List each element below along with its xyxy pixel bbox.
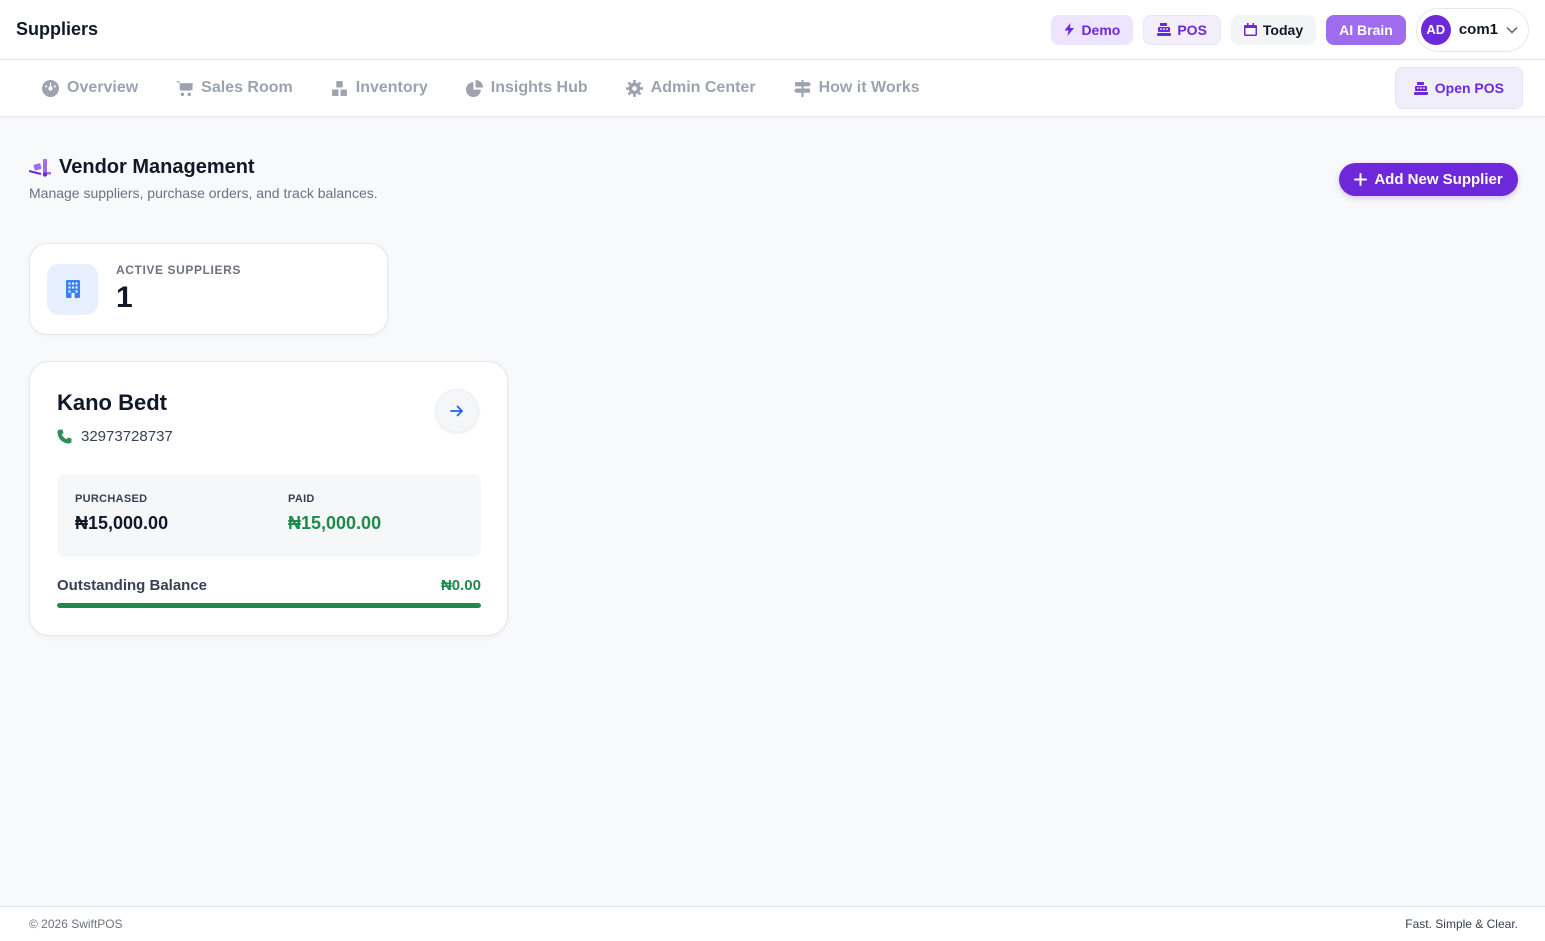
main-nav: Overview Sales Room Inventory Insights H… [0,60,1545,117]
demo-label: Demo [1081,21,1121,38]
avatar: AD [1420,14,1451,45]
nav-insights-hub-label: Insights Hub [490,79,588,96]
paid-block: PAID ₦15,000.00 [288,493,381,534]
nav-sales-room[interactable]: Sales Room [176,79,293,97]
ai-brain-button[interactable]: AI Brain [1326,14,1406,45]
bolt-icon [1064,23,1075,36]
nav-how-it-works[interactable]: How it Works [793,79,920,97]
vendor-management-heading: Vendor Management [59,156,255,178]
add-new-supplier-label: Add New Supplier [1374,171,1503,188]
supplier-card[interactable]: Kano Bedt 32973728737 PURCHASED ₦15,000.… [29,361,508,636]
view-supplier-button[interactable] [435,389,479,433]
nav-admin-center[interactable]: Admin Center [625,79,756,97]
ai-brain-label: AI Brain [1339,21,1393,38]
section-header: Vendor Management Manage suppliers, purc… [29,156,378,201]
active-suppliers-value: 1 [116,281,133,314]
nav-how-it-works-label: How it Works [818,79,920,96]
building-icon [65,280,80,298]
supplier-phone-number: 32973728737 [81,428,173,445]
purchased-label: PURCHASED [75,493,148,505]
user-name: com1 [1458,21,1498,38]
cart-icon [176,80,194,96]
footer: © 2026 SwiftPOS Fast. Simple & Clear. [0,906,1545,941]
gauge-icon [42,79,59,97]
calendar-icon [1243,23,1257,36]
arrow-right-icon [450,405,463,417]
purchased-block: PURCHASED ₦15,000.00 [75,493,168,534]
vendor-management-subtitle: Manage suppliers, purchase orders, and t… [29,185,378,201]
truck-loading-icon [29,158,51,177]
signpost-icon [793,79,811,97]
pos-button[interactable]: POS [1143,14,1221,45]
supplier-name: Kano Bedt [57,390,167,415]
nav-overview[interactable]: Overview [42,79,138,97]
supplier-amounts: PURCHASED ₦15,000.00 PAID ₦15,000.00 [57,474,481,557]
today-label: Today [1262,21,1304,38]
nav-admin-center-label: Admin Center [650,79,756,96]
plus-icon [1354,173,1368,186]
active-suppliers-label: ACTIVE SUPPLIERS [116,263,241,277]
outstanding-balance-label: Outstanding Balance [57,577,208,594]
payment-progress-bar [57,603,481,608]
cash-register-icon [1413,81,1428,95]
stat-icon-wrap [47,263,98,315]
nav-inventory-label: Inventory [355,79,428,96]
stat-text: ACTIVE SUPPLIERS 1 [116,263,241,315]
today-button[interactable]: Today [1230,14,1317,45]
add-new-supplier-button[interactable]: Add New Supplier [1339,163,1518,196]
pos-label: POS [1177,21,1207,38]
open-pos-button[interactable]: Open POS [1394,67,1523,109]
open-pos-label: Open POS [1434,80,1504,96]
chevron-down-icon [1506,26,1518,34]
nav-insights-hub[interactable]: Insights Hub [465,79,588,97]
vendor-management-title: Vendor Management [29,156,378,179]
paid-label: PAID [288,493,315,505]
paid-value: ₦15,000.00 [288,513,382,533]
gear-icon [625,79,643,97]
demo-button[interactable]: Demo [1051,14,1134,45]
boxes-icon [331,80,347,96]
footer-copyright: © 2026 SwiftPOS [29,917,123,931]
top-actions: Demo POS Today AI Brain AD com1 [1051,7,1529,52]
outstanding-balance-value: ₦0.00 [440,577,481,594]
top-bar: Suppliers Demo POS Today AI Brain AD com… [0,0,1545,60]
purchased-value: ₦15,000.00 [75,513,169,533]
page-title: Suppliers [16,19,99,39]
balance-row: Outstanding Balance ₦0.00 [57,577,481,594]
active-suppliers-card: ACTIVE SUPPLIERS 1 [29,243,388,335]
nav-sales-room-label: Sales Room [201,79,293,96]
nav-inventory[interactable]: Inventory [331,79,428,97]
pie-chart-icon [465,79,483,97]
footer-tagline: Fast. Simple & Clear. [1405,917,1518,931]
user-menu[interactable]: AD com1 [1415,7,1529,52]
nav-overview-label: Overview [67,79,139,96]
cash-register-icon [1157,23,1172,36]
payment-progress-fill [57,603,481,608]
supplier-phone: 32973728737 [57,428,173,445]
phone-icon [57,429,72,444]
